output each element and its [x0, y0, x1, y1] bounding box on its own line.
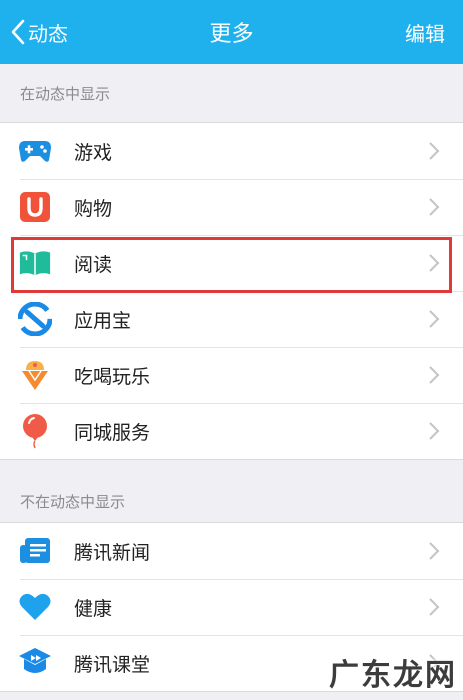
list-item-local-services[interactable]: 同城服务	[0, 403, 463, 459]
list-item-tencent-news[interactable]: 腾讯新闻	[0, 523, 463, 579]
news-icon	[18, 534, 52, 568]
page-title: 更多	[209, 22, 254, 47]
list-item-app-store[interactable]: 应用宝	[0, 291, 463, 347]
list-item-label: 购物	[74, 197, 113, 220]
chevron-right-icon	[429, 198, 440, 216]
section-header-shown: 在动态中显示	[20, 84, 111, 103]
list-item-label: 健康	[74, 597, 113, 620]
back-label: 动态	[28, 21, 68, 46]
list-item-shopping[interactable]: 购物	[0, 179, 463, 235]
book-icon	[18, 246, 52, 280]
heart-icon	[18, 590, 52, 624]
chevron-right-icon	[429, 598, 440, 616]
list-item-label: 腾讯课堂	[74, 653, 151, 676]
balloon-icon	[18, 414, 52, 449]
chevron-right-icon	[429, 142, 440, 160]
ice-cream-icon	[18, 358, 52, 392]
chevron-right-icon	[429, 254, 440, 272]
gamepad-icon	[18, 134, 52, 168]
shopping-bag-icon	[18, 190, 52, 224]
chevron-left-icon	[11, 19, 25, 45]
chevron-right-icon	[429, 542, 440, 560]
list-item-label: 吃喝玩乐	[74, 365, 151, 388]
edit-button[interactable]: 编辑	[405, 14, 445, 50]
classroom-icon	[18, 646, 52, 680]
chevron-right-icon	[429, 366, 440, 384]
list-item-food-fun[interactable]: 吃喝玩乐	[0, 347, 463, 403]
back-button[interactable]: 动态	[10, 14, 68, 50]
list-item-health[interactable]: 健康	[0, 579, 463, 635]
list-item-games[interactable]: 游戏	[0, 123, 463, 179]
list-item-label: 阅读	[74, 253, 113, 276]
watermark: 广东龙网	[329, 658, 457, 693]
chevron-right-icon	[429, 422, 440, 440]
list-item-label: 腾讯新闻	[74, 541, 151, 564]
nav-bar: 动态 更多 编辑	[0, 0, 463, 64]
list-item-label: 同城服务	[74, 421, 151, 444]
list-item-label: 游戏	[74, 141, 113, 164]
chevron-right-icon	[429, 310, 440, 328]
list-item-label: 应用宝	[74, 309, 132, 332]
app-store-icon	[18, 302, 52, 336]
list-item-reading[interactable]: 阅读	[0, 235, 463, 291]
list-group-shown: 游戏 购物 阅读 应用宝 吃喝玩乐 同城服务	[0, 122, 463, 460]
